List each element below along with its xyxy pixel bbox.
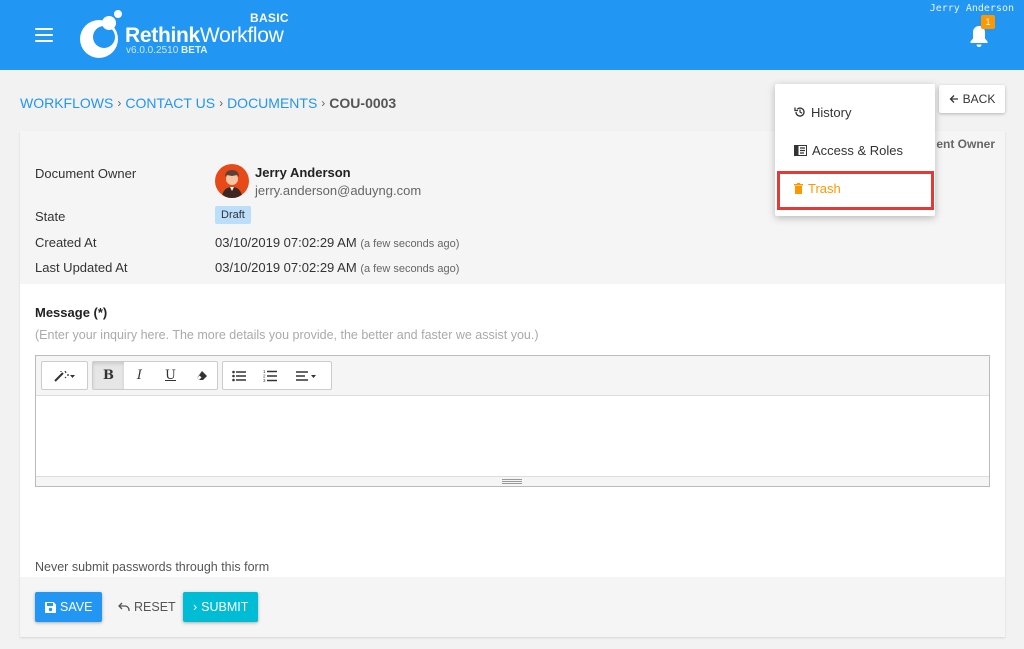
chevron-right-icon: ›	[219, 96, 224, 110]
align-icon[interactable]	[285, 362, 331, 389]
editor-toolbar: B I U 123	[36, 356, 989, 396]
underline-icon[interactable]: U	[155, 362, 186, 389]
chevron-right-icon: ›	[117, 96, 122, 110]
submit-label: SUBMIT	[201, 600, 249, 614]
created-label: Created At	[35, 235, 97, 250]
menu-item-label: History	[811, 104, 852, 120]
back-button[interactable]: BACK	[939, 85, 1005, 113]
version-tag: BETA	[181, 45, 208, 56]
menu-item-history[interactable]: History	[775, 93, 935, 131]
created-datetime: 03/10/2019 07:02:29 AM	[215, 235, 357, 250]
top-app-bar: RethinkWorkflow v6.0.0.2510 BETA BASIC J…	[0, 0, 1024, 70]
breadcrumb-contact-us[interactable]: CONTACT US	[125, 95, 215, 111]
brand-bold: Rethink	[125, 24, 200, 47]
updated-value: 03/10/2019 07:02:29 AM (a few seconds ag…	[215, 260, 459, 275]
paragraph-group: 123	[222, 361, 332, 390]
highlight-box	[777, 171, 934, 210]
bold-icon[interactable]: B	[93, 362, 124, 389]
back-label: BACK	[962, 92, 996, 106]
app-logo[interactable]	[78, 9, 126, 59]
arrow-left-icon	[949, 95, 958, 103]
id-card-icon	[794, 144, 807, 156]
undo-icon	[118, 602, 130, 611]
breadcrumb-current: COU-0003	[329, 95, 397, 111]
reset-label: RESET	[134, 600, 176, 614]
updated-datetime: 03/10/2019 07:02:29 AM	[215, 260, 357, 275]
editor-body[interactable]	[36, 396, 989, 476]
save-label: SAVE	[60, 600, 93, 614]
format-group: B I U	[92, 361, 218, 390]
italic-icon[interactable]: I	[124, 362, 155, 389]
user-name[interactable]: Jerry Anderson	[930, 3, 1014, 14]
eraser-icon[interactable]	[186, 362, 217, 389]
updated-label: Last Updated At	[35, 260, 128, 275]
obscured-header-text: ent Owner	[936, 137, 995, 151]
owner-email[interactable]: jerry.anderson@aduyng.com	[255, 183, 421, 198]
reset-button[interactable]: RESET	[108, 592, 186, 622]
breadcrumb-documents[interactable]: DOCUMENTS	[227, 95, 317, 111]
submit-button[interactable]: › SUBMIT	[183, 592, 259, 622]
resize-handle[interactable]	[36, 476, 989, 486]
status-badge: Draft	[215, 206, 251, 224]
chevron-right-icon: ›	[321, 96, 326, 110]
menu-item-access-roles[interactable]: Access & Roles	[775, 131, 935, 169]
avatar	[215, 164, 249, 198]
svg-text:3: 3	[263, 378, 266, 382]
updated-relative: (a few seconds ago)	[360, 263, 460, 275]
menu-icon[interactable]	[35, 28, 53, 42]
history-icon	[794, 107, 805, 117]
style-group	[41, 361, 88, 390]
magic-wand-icon[interactable]	[42, 362, 87, 389]
version-number: v6.0.0.2510	[126, 45, 179, 56]
breadcrumb: WORKFLOWS › CONTACT US › DOCUMENTS › COU…	[20, 95, 396, 111]
plan-label: BASIC	[250, 11, 289, 25]
state-label: State	[35, 209, 66, 224]
menu-item-label: Access & Roles	[812, 142, 904, 158]
owner-label: Document Owner	[35, 166, 137, 181]
save-icon	[45, 601, 56, 613]
unordered-list-icon[interactable]	[223, 362, 254, 389]
chevron-right-icon: ›	[193, 600, 198, 614]
owner-name[interactable]: Jerry Anderson	[255, 165, 351, 180]
version-label: v6.0.0.2510 BETA	[126, 45, 208, 56]
save-button[interactable]: SAVE	[35, 592, 103, 622]
password-warning: Never submit passwords through this form	[35, 560, 270, 574]
created-value: 03/10/2019 07:02:29 AM (a few seconds ag…	[215, 235, 459, 250]
message-label: Message (*)	[35, 305, 108, 320]
form-actions: SAVE RESET › SUBMIT	[20, 577, 1005, 637]
brand-light: Workflow	[199, 24, 284, 47]
message-hint: (Enter your inquiry here. The more detai…	[35, 328, 539, 342]
rich-text-editor: B I U 123	[35, 355, 990, 487]
created-relative: (a few seconds ago)	[360, 238, 460, 250]
notification-badge[interactable]: 1	[981, 15, 995, 29]
ordered-list-icon[interactable]: 123	[254, 362, 285, 389]
breadcrumb-workflows[interactable]: WORKFLOWS	[20, 95, 113, 111]
